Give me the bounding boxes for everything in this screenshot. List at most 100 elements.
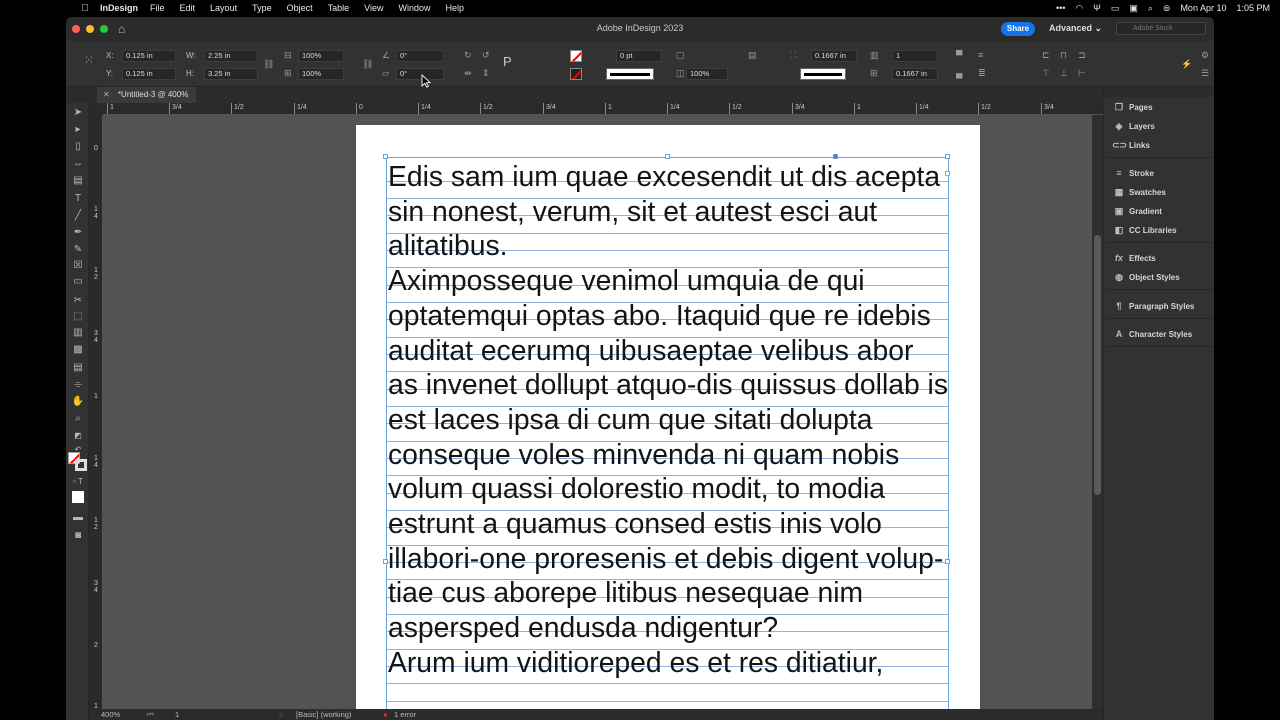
panel-cc-libraries[interactable]: ◧ CC Libraries — [1104, 221, 1214, 240]
constrain-scale-icon[interactable]: ⛓ — [362, 59, 373, 69]
panel-stroke[interactable]: ≡ Stroke — [1104, 164, 1214, 183]
gutter-field[interactable]: 0.1667 in — [892, 68, 938, 80]
auto-fit-icon[interactable]: ⛶ — [790, 50, 796, 60]
panel-layers[interactable]: ◈ Layers — [1104, 117, 1214, 136]
note-tool-icon[interactable]: ▤ — [71, 361, 85, 375]
fill-swatch[interactable] — [570, 50, 582, 62]
panel-object-styles[interactable]: ◍ Object Styles — [1104, 268, 1214, 287]
formatting-affects-icon[interactable]: ▫ T — [71, 475, 85, 489]
ruler-origin[interactable] — [89, 103, 103, 115]
document-tab[interactable]: ✕ *Untitled-3 @ 400% — [97, 87, 197, 103]
align-top-edges-icon[interactable]: ⊤ — [1042, 68, 1050, 78]
align-vertical-centers-icon[interactable]: ⊥ — [1060, 68, 1068, 78]
flip-vertical-icon[interactable]: ⇕ — [482, 68, 490, 78]
scissors-tool-icon[interactable]: ✂ — [71, 294, 85, 308]
story-text[interactable]: Edis sam ium quae excesendit ut dis acep… — [388, 159, 948, 680]
columns-field[interactable]: 1 — [892, 50, 938, 62]
align-bottom-edges-icon[interactable]: ⊢ — [1078, 68, 1086, 78]
clock-time[interactable]: 1:05 PM — [1236, 3, 1270, 13]
pasteboard[interactable]: Edis sam ium quae excesendit ut dis acep… — [103, 115, 1092, 709]
scale-x-field[interactable]: 100% — [298, 50, 344, 62]
apple-menu-icon[interactable]:  — [78, 3, 92, 14]
text-wrap-icon[interactable]: ▢ — [676, 50, 685, 60]
adobe-stock-search[interactable]: Adobe Stock — [1116, 22, 1206, 35]
y-field[interactable]: 0.125 in — [122, 68, 176, 80]
vertical-justify-center-icon[interactable]: ≡ — [978, 50, 983, 60]
menu-help[interactable]: Help — [446, 3, 465, 13]
reference-point-icon[interactable]: ⁙ — [84, 54, 94, 66]
align-right-edges-icon[interactable]: ⊐ — [1078, 50, 1086, 60]
stroke-swatch[interactable] — [570, 68, 582, 80]
flip-horizontal-icon[interactable]: ⇹ — [464, 68, 472, 78]
stroke-type-selector[interactable] — [606, 68, 654, 80]
panel-pages[interactable]: ❐ Pages — [1104, 98, 1214, 117]
menu-type[interactable]: Type — [252, 3, 272, 13]
text-frame[interactable]: Edis sam ium quae excesendit ut dis acep… — [383, 154, 950, 709]
menu-layout[interactable]: Layout — [210, 3, 237, 13]
vertical-ruler[interactable]: 0 1 4 1 2 3 4 1 1 4 1 2 3 4 2 1 4 — [89, 115, 103, 709]
type-tool-icon[interactable]: T — [71, 192, 85, 206]
horizontal-ruler[interactable]: 1 3/4 1/2 1/4 0 1/4 1/2 3/4 1 1/4 1/2 3/… — [103, 103, 1103, 115]
menu-window[interactable]: Window — [398, 3, 430, 13]
panel-effects[interactable]: fx Effects — [1104, 249, 1214, 268]
screen-icon[interactable]: ▣ — [1129, 3, 1138, 14]
panel-gradient[interactable]: ▣ Gradient — [1104, 202, 1214, 221]
page-number-field[interactable]: 1 — [175, 709, 179, 720]
x-field[interactable]: 0.125 in — [122, 50, 176, 62]
rule-style-selector[interactable] — [800, 68, 846, 80]
zoom-tool-icon[interactable]: ⌕ — [71, 412, 85, 426]
wifi-icon[interactable]: ◠ — [1075, 3, 1083, 14]
search-icon[interactable]: ⌕ — [1148, 3, 1153, 14]
eyedropper-tool-icon[interactable]: ⌯ — [71, 378, 85, 392]
text-frame-options-icon[interactable]: ▤ — [748, 50, 757, 60]
hand-tool-icon[interactable]: ✋ — [71, 395, 85, 409]
panel-paragraph-styles[interactable]: ¶ Paragraph Styles — [1104, 297, 1214, 316]
rectangle-frame-tool-icon[interactable]: ☒ — [71, 259, 85, 273]
gradient-swatch-tool-icon[interactable]: ▥ — [71, 326, 85, 340]
direct-selection-tool-icon[interactable]: ▸ — [71, 123, 85, 137]
vertical-justify-full-icon[interactable]: ≣ — [978, 68, 986, 78]
preflight-errors[interactable]: 1 error — [394, 709, 416, 720]
align-horizontal-centers-icon[interactable]: ⊓ — [1060, 50, 1067, 60]
panel-character-styles[interactable]: A Character Styles — [1104, 325, 1214, 344]
vertical-justify-top-icon[interactable]: ▀ — [956, 50, 962, 60]
menu-app-name[interactable]: InDesign — [100, 3, 138, 13]
apply-none-icon[interactable] — [72, 491, 84, 503]
rotate-cw-icon[interactable]: ↻ — [464, 50, 472, 60]
default-fill-stroke-icon[interactable]: ◩ ↶ — [71, 429, 85, 454]
airdrop-icon[interactable]: Ψ — [1093, 3, 1101, 13]
menu-file[interactable]: File — [150, 3, 165, 13]
vertical-scrollbar[interactable] — [1092, 115, 1103, 709]
page-tool-icon[interactable]: ▯ — [71, 140, 85, 154]
selection-tool-icon[interactable]: ➤ — [71, 106, 85, 120]
control-center-icon[interactable]: ⊜ — [1163, 3, 1171, 14]
align-left-edges-icon[interactable]: ⊏ — [1042, 50, 1050, 60]
panel-swatches[interactable]: ▦ Swatches — [1104, 183, 1214, 202]
content-collector-icon[interactable]: ▤ — [71, 174, 85, 188]
quick-actions-icon[interactable]: ⚡ — [1181, 59, 1192, 69]
rotate-field[interactable]: 0° — [396, 50, 444, 62]
first-page-icon[interactable]: ⏮ — [147, 709, 154, 720]
pen-tool-icon[interactable]: ✒ — [71, 226, 85, 240]
scale-y-field[interactable]: 100% — [298, 68, 344, 80]
menu-table[interactable]: Table — [328, 3, 350, 13]
dock-handle[interactable] — [1104, 87, 1214, 97]
view-mode-icon[interactable]: ◙ — [71, 529, 85, 543]
menu-view[interactable]: View — [364, 3, 383, 13]
more-icon[interactable]: ••• — [1056, 3, 1065, 13]
path-type-icon[interactable]: P — [503, 55, 512, 68]
menu-object[interactable]: Object — [287, 3, 313, 13]
inset-top-field[interactable]: 0.1667 in — [811, 50, 857, 62]
vertical-scroll-thumb[interactable] — [1094, 235, 1101, 495]
workspace-switcher[interactable]: Advanced ⌄ — [1049, 23, 1102, 34]
settings-gear-icon[interactable]: ⚙ — [1201, 50, 1209, 60]
gap-tool-icon[interactable]: ↔ — [71, 157, 85, 171]
close-tab-icon[interactable]: ✕ — [103, 90, 110, 99]
fill-stroke-proxy[interactable] — [68, 452, 88, 472]
shear-field[interactable]: 0° — [396, 68, 444, 80]
opacity-field[interactable]: 100% — [686, 68, 728, 80]
share-button[interactable]: Share — [1001, 22, 1035, 36]
battery-icon[interactable]: ▭ — [1111, 3, 1120, 14]
panel-menu-icon[interactable]: ☰ — [1201, 68, 1209, 78]
preflight-profile[interactable]: [Basic] (working) — [296, 709, 351, 720]
